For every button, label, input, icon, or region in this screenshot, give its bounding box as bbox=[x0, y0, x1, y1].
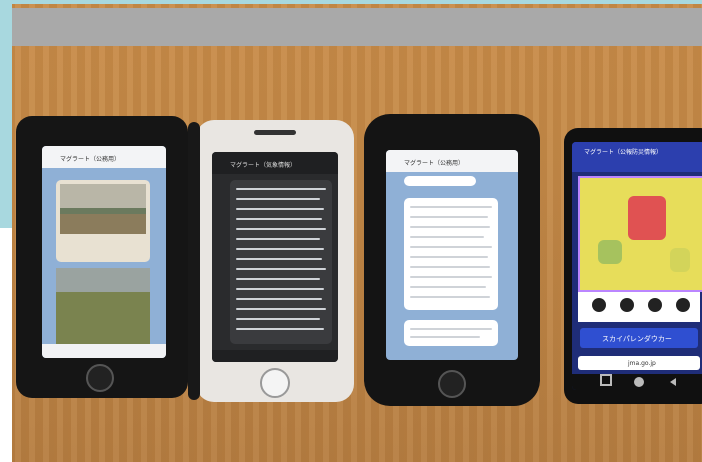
nav-recent-icon[interactable] bbox=[600, 374, 612, 386]
phone-3-home-button[interactable] bbox=[438, 370, 466, 398]
text-message-3 bbox=[404, 320, 498, 346]
photo: マグラート（公務用） マグラート（気象情報） マグラート（公務用） マグラート（… bbox=[12, 4, 702, 462]
phone-2: マグラート（気象情報） bbox=[188, 120, 354, 402]
skypaden-banner[interactable]: スカイパレンダウカー bbox=[580, 328, 698, 348]
url-bar[interactable]: jma.go.jp bbox=[578, 356, 700, 370]
phone-4-screen: マグラート（公報防災情報） スカイパレンダウカー jma.go.jp bbox=[572, 142, 702, 390]
phone-1-header: マグラート（公務用） bbox=[42, 146, 166, 168]
phone-1-title: マグラート（公務用） bbox=[60, 156, 121, 163]
phone-2-header: マグラート（気象情報） bbox=[212, 152, 338, 174]
nav-back-icon[interactable] bbox=[670, 378, 676, 386]
photo-message-2 bbox=[56, 268, 150, 346]
phone-3-header: マグラート（公務用） bbox=[386, 150, 518, 172]
phone-3: マグラート（公務用） bbox=[364, 114, 540, 406]
map-control-icon-3[interactable] bbox=[648, 298, 662, 312]
phone-1: マグラート（公務用） bbox=[16, 116, 188, 398]
phone-2-home-button[interactable] bbox=[260, 368, 290, 398]
map-view[interactable] bbox=[578, 176, 702, 292]
photo-message-1 bbox=[56, 180, 150, 262]
nav-home-icon[interactable] bbox=[634, 377, 644, 387]
map-control-icon-4[interactable] bbox=[676, 298, 690, 312]
phone-2-screen: マグラート（気象情報） bbox=[212, 152, 338, 362]
phone-4: マグラート（公報防災情報） スカイパレンダウカー jma.go.jp bbox=[564, 128, 702, 404]
phone-1-home-button[interactable] bbox=[86, 364, 114, 392]
map-control-icon-2[interactable] bbox=[620, 298, 634, 312]
map-control-icon-1[interactable] bbox=[592, 298, 606, 312]
phone-2-title: マグラート（気象情報） bbox=[230, 162, 297, 169]
url-text: jma.go.jp bbox=[628, 360, 656, 367]
phone-4-title: マグラート（公報防災情報） bbox=[584, 149, 663, 156]
gray-band bbox=[12, 8, 702, 46]
phone-4-header: マグラート（公報防災情報） bbox=[572, 142, 702, 158]
text-message-1 bbox=[404, 176, 476, 186]
banner-text: スカイパレンダウカー bbox=[602, 335, 672, 343]
phone-3-screen: マグラート（公務用） bbox=[386, 150, 518, 360]
phone-1-screen: マグラート（公務用） bbox=[42, 146, 166, 358]
text-message-2 bbox=[404, 198, 498, 310]
data-table-message bbox=[230, 180, 332, 344]
phone-3-title: マグラート（公務用） bbox=[404, 160, 465, 167]
